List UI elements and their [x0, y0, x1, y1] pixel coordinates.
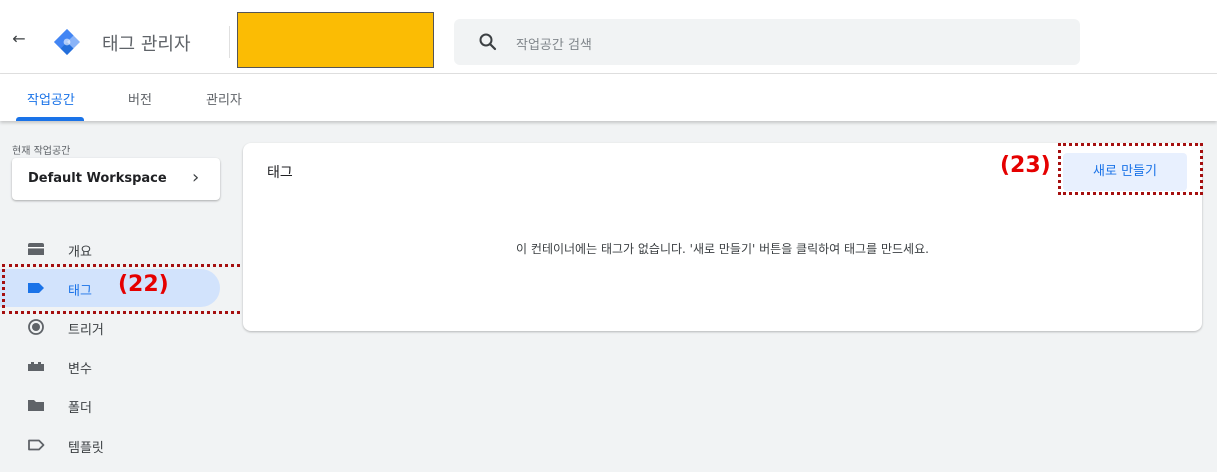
tab-versions[interactable]: 버전 — [128, 89, 152, 108]
sidebar-item-label: 변수 — [68, 362, 92, 377]
folder-icon — [28, 400, 44, 411]
workspace-label: 현재 작업공간 — [12, 146, 71, 157]
tab-bar: 작업공간 버전 관리자 — [0, 74, 1217, 121]
sidebar-item-label: 폴더 — [68, 401, 92, 416]
chevron-right-icon: › — [192, 167, 200, 188]
annotation-label-22: (22) — [118, 272, 169, 297]
sidebar-item-templates[interactable]: 템플릿 — [0, 426, 220, 464]
search-input[interactable]: 작업공간 검색 — [454, 19, 1080, 65]
title-divider — [229, 26, 230, 58]
search-placeholder: 작업공간 검색 — [516, 38, 592, 53]
sidebar-item-label: 개요 — [68, 245, 92, 260]
sidebar-item-label: 트리거 — [68, 323, 104, 338]
active-tab-indicator — [16, 117, 84, 121]
tab-admin[interactable]: 관리자 — [206, 89, 242, 108]
trigger-icon — [28, 319, 44, 335]
app-title: 태그 관리자 — [102, 34, 191, 55]
empty-state-message: 이 컨테이너에는 태그가 없습니다. '새로 만들기' 버튼을 클릭하여 태그를… — [516, 242, 929, 256]
card-title: 태그 — [267, 165, 293, 181]
workspace-name: Default Workspace — [28, 171, 167, 186]
sidebar-item-overview[interactable]: 개요 — [0, 230, 220, 268]
variable-icon — [28, 362, 44, 371]
sidebar-item-label: 템플릿 — [68, 441, 104, 456]
gtm-logo-icon — [54, 29, 80, 55]
arrow-left-icon[interactable]: ← — [8, 28, 30, 50]
overview-icon — [28, 243, 44, 255]
tab-workspace[interactable]: 작업공간 — [27, 89, 75, 108]
annotation-label-23: (23) — [1000, 153, 1051, 178]
workspace-selector[interactable]: Default Workspace › — [12, 158, 220, 200]
sidebar-item-folders[interactable]: 폴더 — [0, 386, 220, 424]
search-icon — [479, 33, 497, 51]
template-icon — [28, 439, 45, 451]
top-app-bar: ← 태그 관리자 작업공간 검색 — [0, 0, 1217, 74]
annotation-box-23 — [1058, 143, 1203, 195]
redacted-account-box[interactable] — [237, 12, 434, 68]
sidebar-item-variables[interactable]: 변수 — [0, 347, 220, 385]
